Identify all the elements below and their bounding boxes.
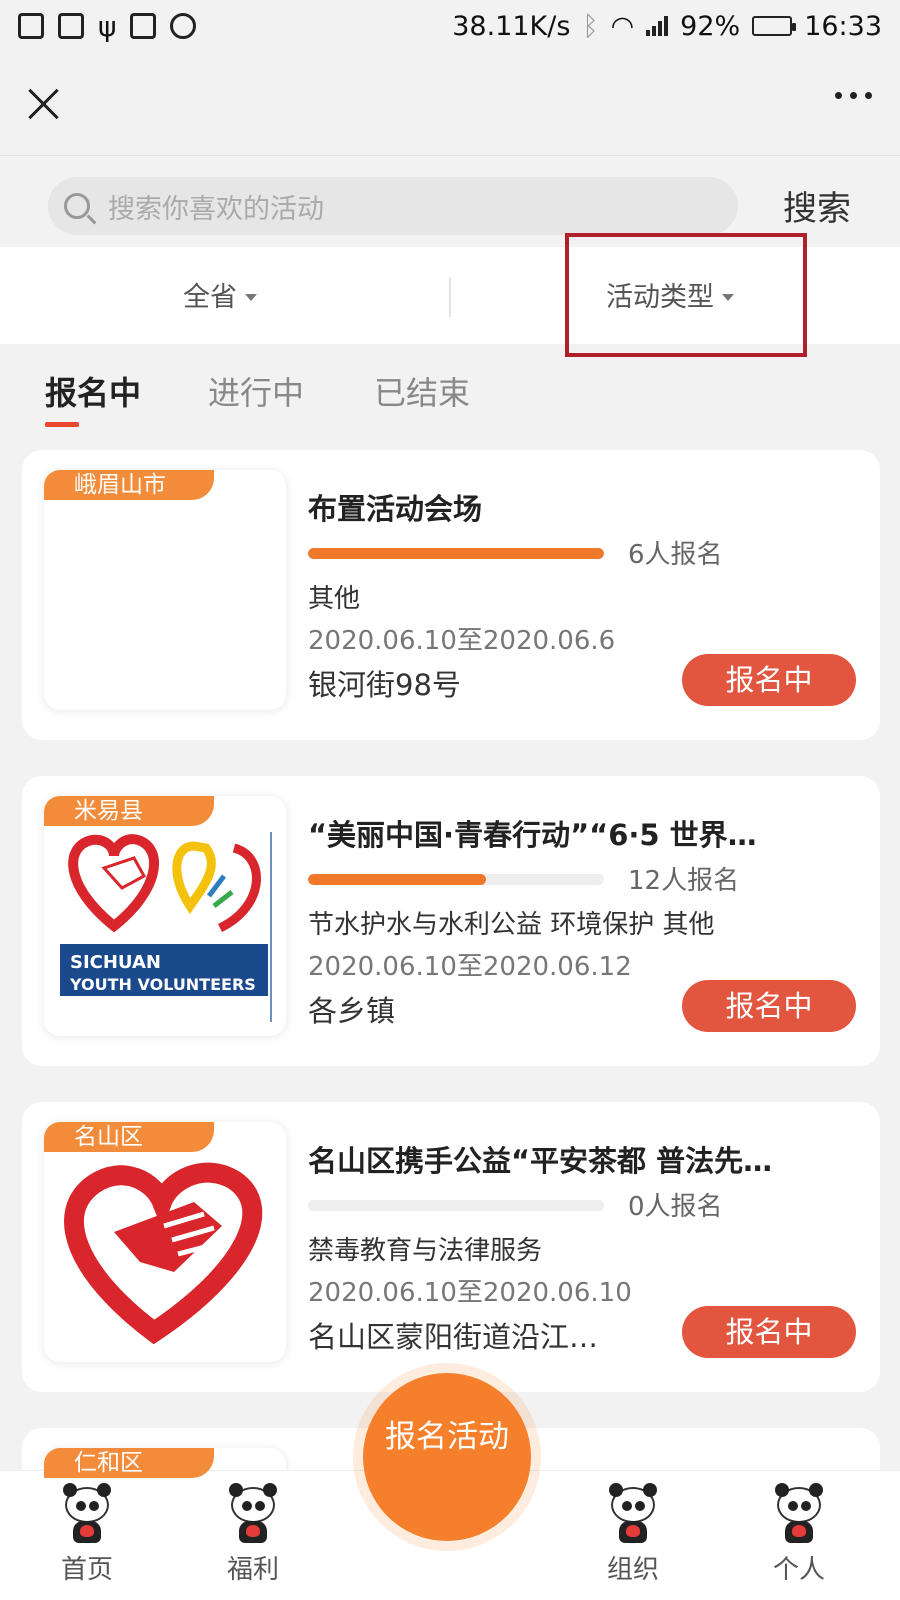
nav-benefits-label: 福利: [226, 1555, 279, 1585]
nav-profile[interactable]: 个人: [744, 1483, 854, 1586]
nav-profile-label: 个人: [772, 1555, 825, 1585]
activity-thumbnail: 名山区: [44, 1122, 286, 1362]
more-notifications-icon: [170, 13, 197, 39]
usb-icon: ψ: [98, 9, 117, 43]
activity-title: 名山区携手公益“平安茶都 普法先…: [308, 1144, 773, 1178]
register-status-button[interactable]: 报名中: [682, 654, 856, 706]
close-icon[interactable]: [22, 82, 66, 126]
nav-home-label: 首页: [60, 1555, 113, 1585]
region-tag: 名山区: [44, 1122, 214, 1152]
image-icon: [58, 13, 84, 39]
activity-dates: 2020.06.10至2020.06.10: [308, 1278, 632, 1308]
signup-progress-bar: [308, 548, 604, 559]
region-filter-label: 全省: [183, 282, 237, 313]
panda-organization-icon: [607, 1483, 659, 1543]
activity-dates: 2020.06.10至2020.06.12: [308, 952, 632, 982]
tab-in-progress[interactable]: 进行中: [208, 368, 304, 414]
activity-thumbnail: 米易县 SICHUAN YOUTH VOLUNTEERS: [44, 796, 286, 1036]
filter-divider: [449, 277, 451, 317]
panda-benefits-icon: [227, 1483, 279, 1543]
chevron-down-icon: [245, 294, 257, 301]
inbox-icon: [130, 13, 157, 39]
activity-category: 禁毒教育与法律服务: [308, 1236, 543, 1266]
nav-home[interactable]: 首页: [32, 1483, 142, 1586]
active-tab-indicator: [45, 422, 79, 427]
panda-profile-icon: [773, 1483, 825, 1543]
activity-location: 银河街98号: [308, 668, 461, 702]
region-filter[interactable]: 全省: [183, 275, 257, 314]
logo-text-line-1: SICHUAN: [70, 952, 161, 973]
panda-home-icon: [61, 1483, 113, 1543]
clock: 16:33: [804, 10, 882, 42]
signup-progress-bar: [308, 1200, 604, 1211]
signup-count: 6人报名: [628, 540, 723, 570]
activity-category: 节水护水与水利公益 环境保护 其他: [308, 910, 715, 940]
register-status-button[interactable]: 报名中: [682, 980, 856, 1032]
activity-title: 布置活动会场: [308, 492, 483, 526]
activity-card[interactable]: 米易县 SICHUAN YOUTH VOLUNTEERS “美丽中国·青春行动”…: [22, 776, 880, 1066]
battery-icon: [752, 16, 797, 36]
activity-location: 名山区蒙阳街道沿江…: [308, 1320, 599, 1354]
annotation-highlight-box: [565, 233, 807, 357]
sichuan-youth-volunteers-logo: SICHUAN YOUTH VOLUNTEERS: [60, 832, 272, 1022]
activity-card[interactable]: 峨眉山市 布置活动会场 6人报名 其他 2020.06.10至2020.06.6…: [22, 450, 880, 740]
tab-registering[interactable]: 报名中: [45, 368, 141, 414]
signup-progress-bar: [308, 874, 604, 885]
battery-percent: 92%: [680, 10, 741, 42]
region-tag: 米易县: [44, 796, 214, 826]
search-input[interactable]: 搜索你喜欢的活动: [48, 177, 738, 235]
region-tag: 仁和区: [44, 1448, 214, 1478]
signal-icon: [646, 16, 669, 36]
volunteer-heart-logo: [64, 1162, 263, 1345]
signup-progress-fill: [308, 874, 486, 885]
register-status-button[interactable]: 报名中: [682, 1306, 856, 1358]
notification-icons: ψ: [18, 9, 197, 43]
activity-card[interactable]: 名山区 名山区携手公益“平安茶都 普法先… 0人报名 禁毒教育与法律服务 202…: [22, 1102, 880, 1392]
top-navigation: [0, 52, 900, 156]
activity-thumbnail: 峨眉山市: [44, 470, 286, 710]
tab-ended[interactable]: 已结束: [374, 368, 470, 414]
activity-category: 其他: [308, 584, 361, 614]
signup-count: 0人报名: [628, 1192, 723, 1222]
wifi-icon: ◠: [610, 10, 635, 42]
bluetooth-icon: ᛒ: [582, 10, 599, 42]
signup-progress-fill: [308, 548, 604, 559]
nav-benefits[interactable]: 福利: [198, 1483, 308, 1586]
logo-text-line-2: YOUTH VOLUNTEERS: [69, 975, 256, 994]
activity-location: 各乡镇: [308, 994, 396, 1028]
status-bar: ψ 38.11K/s ᛒ ◠ 92% 16:33: [0, 0, 900, 52]
signup-count: 12人报名: [628, 866, 740, 896]
register-activity-button[interactable]: 报名活动: [363, 1373, 531, 1541]
region-tag: 峨眉山市: [44, 470, 214, 500]
activity-title: “美丽中国·青春行动”“6·5 世界…: [308, 818, 757, 852]
search-icon: [64, 193, 90, 219]
nav-organization[interactable]: 组织: [578, 1483, 688, 1586]
net-speed: 38.11K/s: [452, 10, 571, 42]
activity-dates: 2020.06.10至2020.06.6: [308, 626, 616, 656]
more-options-icon[interactable]: [835, 92, 872, 99]
nav-organization-label: 组织: [606, 1555, 659, 1585]
status-tabs: 报名中 进行中 已结束: [0, 358, 900, 428]
trash-icon: [18, 13, 44, 39]
search-button[interactable]: 搜索: [783, 181, 851, 230]
search-placeholder: 搜索你喜欢的活动: [108, 193, 324, 225]
